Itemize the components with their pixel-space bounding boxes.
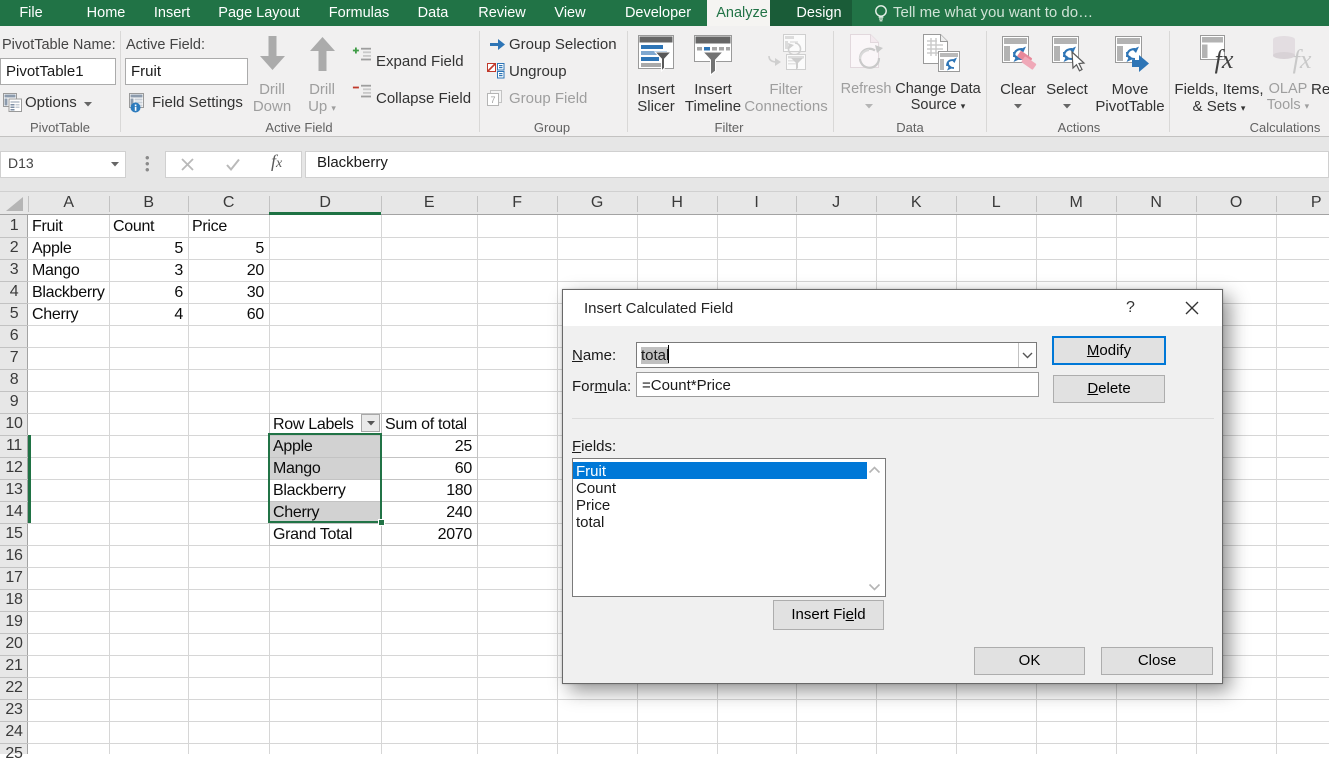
svg-text:7: 7 xyxy=(490,95,495,105)
svg-text:fx: fx xyxy=(1215,45,1234,74)
svg-text:fx: fx xyxy=(1293,45,1312,74)
